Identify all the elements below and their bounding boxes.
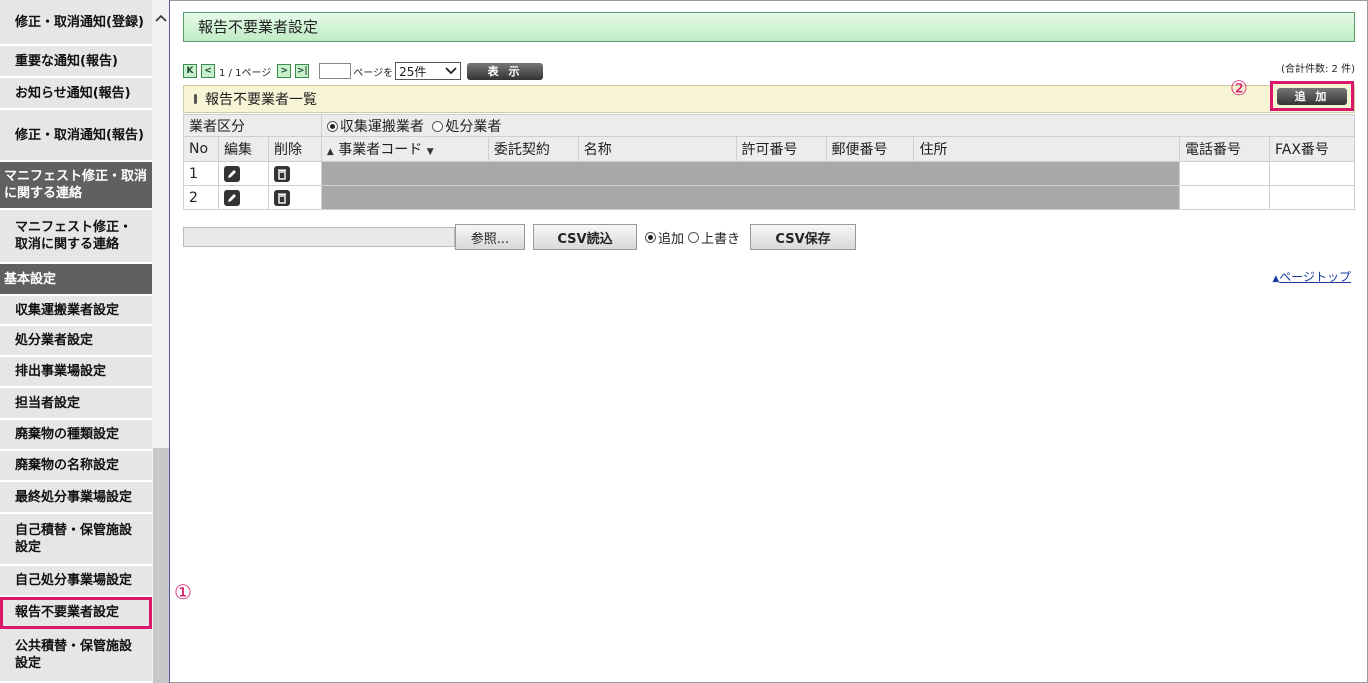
list-title: 報告不要業者一覧 [205,92,317,108]
csv-read-button[interactable]: CSV読込 [533,224,637,250]
trash-icon[interactable] [273,189,290,206]
sort-asc-icon[interactable]: ▲ [327,147,334,157]
sidebar: 修正・取消通知(登録) 重要な通知(報告) お知らせ通知(報告) 修正・取消通知… [0,0,170,683]
sidebar-item-discharge-site-settings[interactable]: 排出事業場設定 [0,357,152,388]
sidebar-item-manifest-contact[interactable]: マニフェスト修正・取消に関する連絡 [0,210,152,264]
table-header-row: No 編集 削除 ▲ 事業者コード ▼ 委託契約 名称 許可番号 郵便番号 住所… [183,136,1356,162]
sidebar-item-disposal-settings[interactable]: 処分業者設定 [0,326,152,357]
col-edit: 編集 [217,136,269,162]
first-page-button[interactable]: K [183,64,197,78]
col-no: No [183,136,219,162]
sidebar-item-transport-settings[interactable]: 収集運搬業者設定 [0,296,152,326]
sidebar-item-report-exempt-settings[interactable]: 報告不要業者設定 [0,597,152,629]
sidebar-item-self-storage-settings[interactable]: 自己積替・保管施設設定 [0,514,152,566]
edit-cell [217,161,269,186]
delete-cell [267,185,322,210]
sidebar-item-waste-name-settings[interactable]: 廃棄物の名称設定 [0,451,152,482]
row-no: 2 [183,185,219,210]
trash-icon[interactable] [273,165,290,182]
table-row: 2 [183,185,1356,210]
fax-cell [1268,161,1356,186]
col-contract: 委託契約 [487,136,579,162]
sort-desc-icon[interactable]: ▼ [427,147,434,157]
pager: K < 1 / 1ページ > >| ページを 25件 表 示 [183,62,544,80]
table-row: 1 [183,161,1356,186]
radio-csv-overwrite[interactable] [688,231,700,243]
exempt-contractor-table: 業者区分 収集運搬業者 処分業者 No 編集 削除 ▲ 事業者コード ▼ 委託契… [183,114,1356,210]
sidebar-item-final-disposal-settings[interactable]: 最終処分事業場設定 [0,482,152,514]
sidebar-header-basic-settings: 基本設定 [0,264,152,296]
phone-cell [1179,161,1270,186]
page-number-input[interactable] [319,63,352,79]
col-permit: 許可番号 [735,136,827,162]
add-button[interactable]: 追 加 [1277,87,1347,105]
sidebar-item-public-storage-settings[interactable]: 公共積替・保管施設設定 [0,629,152,683]
sidebar-item-correction-cancel-register[interactable]: 修正・取消通知(登録) [0,0,152,46]
last-page-button[interactable]: >| [295,64,310,78]
contractor-type-options: 収集運搬業者 処分業者 [320,114,1356,137]
col-phone: 電話番号 [1179,136,1270,162]
browse-button[interactable]: 参照... [455,224,525,250]
delete-cell [267,161,322,186]
sidebar-item-correction-cancel-report[interactable]: 修正・取消通知(報告) [0,110,152,162]
edit-cell [217,185,269,210]
pencil-icon[interactable] [223,189,240,206]
per-page-select[interactable]: 25件 [395,62,462,80]
show-button[interactable]: 表 示 [467,62,544,80]
annotation-two: ② [1230,76,1248,100]
csv-controls: 参照... CSV読込 追加 上書き CSV保存 [183,224,857,250]
page-title: 報告不要業者設定 [183,12,1355,42]
csv-file-field[interactable] [183,227,455,247]
sidebar-scroll-thumb[interactable] [153,448,169,683]
redacted-bar [320,161,1181,186]
total-count: (合計件数: 2 件) [1281,64,1355,75]
col-code: ▲ 事業者コード ▼ [320,136,489,162]
page-top-link[interactable]: ▲ページトップ [1272,268,1351,285]
col-name: 名称 [577,136,737,162]
list-header: 報告不要業者一覧 [183,85,1355,113]
sidebar-item-self-disposal-settings[interactable]: 自己処分事業場設定 [0,566,152,597]
contractor-type-row: 業者区分 収集運搬業者 処分業者 [183,114,1356,137]
radio-csv-add[interactable] [645,231,656,243]
radio-transport[interactable] [326,121,338,132]
col-delete: 削除 [267,136,322,162]
sidebar-item-staff-settings[interactable]: 担当者設定 [0,388,152,420]
pencil-icon[interactable] [223,165,240,182]
sidebar-item-waste-type-settings[interactable]: 廃棄物の種類設定 [0,420,152,451]
per-page-label: ページを [353,67,394,79]
csv-save-button[interactable]: CSV保存 [750,224,857,250]
prev-page-button[interactable]: < [201,64,215,78]
add-button-highlight: 追 加 [1270,81,1354,111]
col-postal: 郵便番号 [825,136,915,162]
sidebar-header-manifest-contact: マニフェスト修正・取消に関する連絡 [0,162,152,210]
sidebar-item-info-notice[interactable]: お知らせ通知(報告) [0,78,152,110]
contractor-type-label: 業者区分 [183,114,322,137]
page-indicator: 1 / 1ページ [219,67,272,79]
col-address: 住所 [913,136,1181,162]
chevron-down-icon [445,67,457,75]
fax-cell [1268,185,1356,210]
main-content: 報告不要業者設定 K < 1 / 1ページ > >| ページを 25件 表 示 … [171,0,1367,683]
radio-disposal[interactable] [432,121,444,132]
chevron-up-icon[interactable] [153,10,169,26]
phone-cell [1179,185,1270,210]
col-fax: FAX番号 [1268,136,1356,162]
row-no: 1 [183,161,219,186]
next-page-button[interactable]: > [277,64,292,78]
redacted-bar [320,185,1181,210]
clip-icon [194,94,197,104]
sidebar-item-important-notice[interactable]: 重要な通知(報告) [0,46,152,78]
